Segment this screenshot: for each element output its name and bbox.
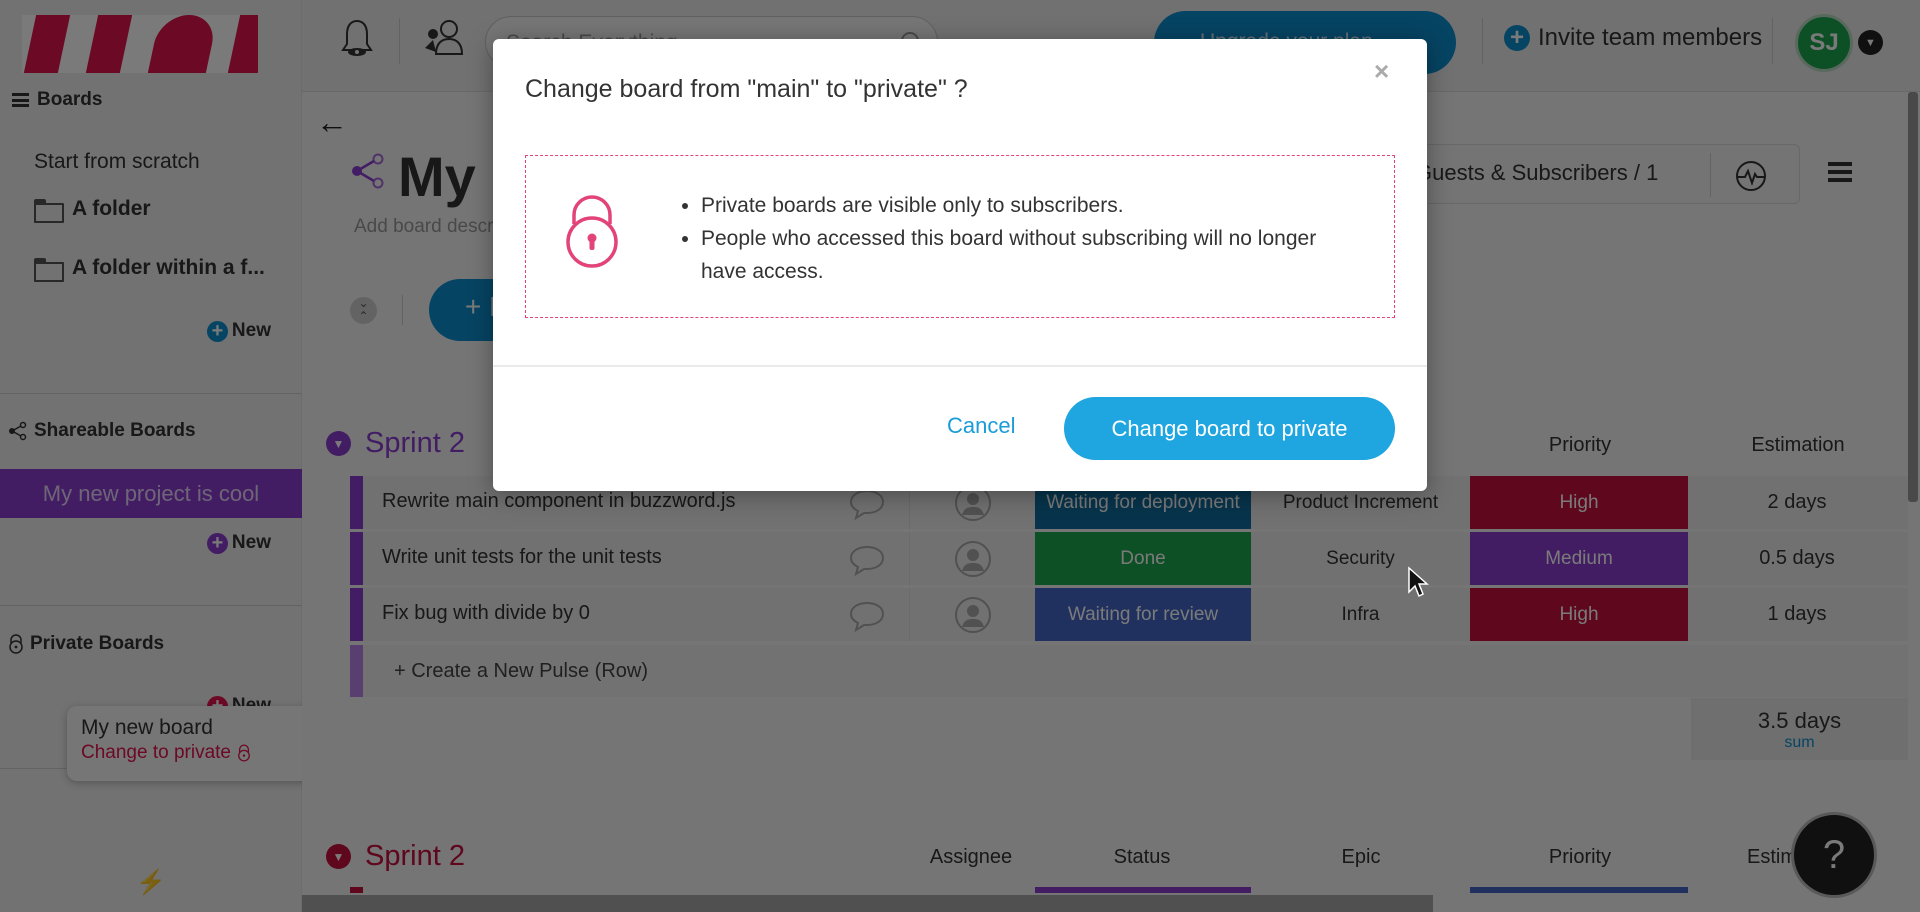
cancel-button[interactable]: Cancel <box>947 413 1015 439</box>
notice-item: People who accessed this board without s… <box>701 222 1361 288</box>
close-icon[interactable]: × <box>1374 56 1389 87</box>
change-to-private-button[interactable]: Change board to private <box>1064 397 1395 460</box>
notice-item: Private boards are visible only to subsc… <box>701 189 1361 222</box>
divider <box>493 365 1427 367</box>
notice-list: Private boards are visible only to subsc… <box>671 189 1361 288</box>
dialog-title: Change board from "main" to "private" ? <box>525 75 968 103</box>
mouse-cursor-icon <box>1408 566 1429 598</box>
privacy-notice: Private boards are visible only to subsc… <box>525 155 1395 318</box>
change-privacy-dialog: Change board from "main" to "private" ? … <box>493 39 1427 491</box>
lock-icon <box>566 195 618 268</box>
